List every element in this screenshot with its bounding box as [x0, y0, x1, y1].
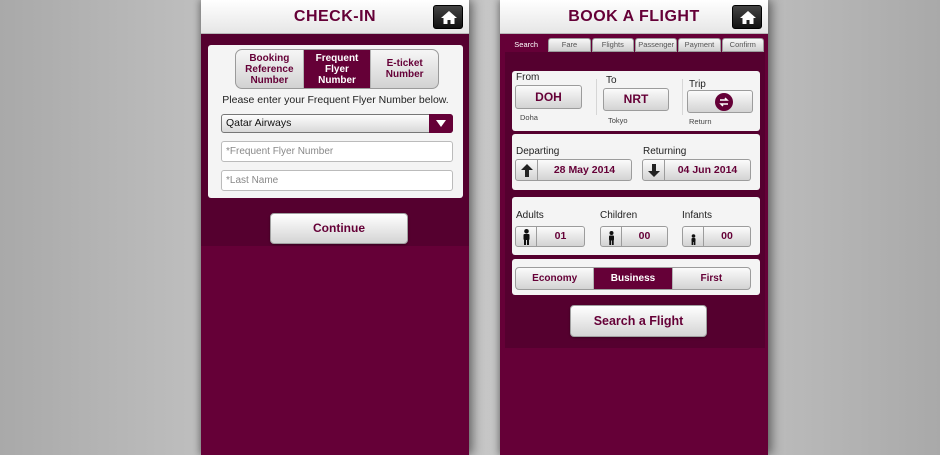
home-button[interactable]	[732, 5, 762, 29]
chevron-down-icon	[436, 120, 446, 127]
checkin-header: CHECK-IN	[201, 0, 469, 34]
segment-booking-reference[interactable]: Booking Reference Number	[236, 50, 304, 88]
class-business[interactable]: Business	[594, 268, 673, 289]
trip-label: Trip	[689, 79, 706, 90]
adults-count: 01	[537, 226, 585, 247]
adults-counter[interactable]: 01	[515, 226, 585, 247]
infants-count: 00	[704, 226, 751, 247]
to-airport-button[interactable]: NRT	[603, 88, 669, 111]
tab-fare[interactable]: Fare	[548, 38, 591, 52]
adults-label: Adults	[516, 210, 544, 221]
airline-select-value: Qatar Airways	[226, 117, 292, 129]
page-title: CHECK-IN	[293, 8, 377, 25]
returning-label: Returning	[643, 146, 687, 157]
dropdown-button[interactable]	[429, 114, 453, 133]
frequent-flyer-number-input[interactable]	[221, 141, 453, 162]
page-title: BOOK A FLIGHT	[568, 8, 700, 25]
dates-panel: Departing 28 May 2014 Returning 04 Jun 2…	[512, 134, 760, 190]
departing-date: 28 May 2014	[538, 159, 632, 181]
instruction-text: Please enter your Frequent Flyer Number …	[222, 94, 449, 106]
home-icon	[740, 11, 756, 24]
from-label: From	[516, 72, 540, 83]
return-trip-icon	[715, 93, 733, 111]
tab-search[interactable]: Search	[505, 38, 548, 52]
children-counter[interactable]: 00	[600, 226, 668, 247]
home-button[interactable]	[433, 5, 463, 29]
checkin-screen: CHECK-IN Booking Reference Number Freque…	[201, 0, 469, 455]
infants-label: Infants	[682, 210, 713, 221]
divider	[596, 79, 597, 115]
continue-button[interactable]: Continue	[270, 213, 408, 244]
returning-date: 04 Jun 2014	[665, 159, 751, 181]
infant-icon	[691, 234, 696, 245]
tab-passenger[interactable]: Passenger	[634, 38, 678, 52]
trip-value: Return	[689, 117, 712, 126]
arrow-down-icon	[648, 164, 660, 177]
class-first[interactable]: First	[673, 268, 750, 289]
class-economy[interactable]: Economy	[516, 268, 595, 289]
adult-icon	[523, 229, 530, 245]
departing-label: Departing	[516, 146, 560, 157]
tab-flights[interactable]: Flights	[591, 38, 634, 52]
cabin-class-selector: Economy Business First	[515, 267, 751, 290]
divider	[682, 79, 683, 115]
to-city: Tokyo	[608, 116, 628, 125]
booking-steps-tabs: Search Fare Flights Passenger Payment Co…	[505, 38, 765, 52]
children-label: Children	[600, 210, 638, 221]
segment-frequent-flyer[interactable]: Frequent Flyer Number	[303, 50, 372, 88]
cabin-class-panel: Economy Business First	[512, 259, 760, 295]
departing-date-button[interactable]: 28 May 2014	[515, 159, 632, 181]
search-flight-button[interactable]: Search a Flight	[570, 305, 707, 337]
infants-counter[interactable]: 00	[682, 226, 751, 247]
checkin-card: Booking Reference Number Frequent Flyer …	[208, 45, 463, 198]
trip-type-button[interactable]	[687, 90, 753, 113]
last-name-input[interactable]	[221, 170, 453, 191]
checkin-method-selector: Booking Reference Number Frequent Flyer …	[235, 49, 439, 89]
arrow-up-icon	[521, 164, 533, 177]
returning-date-button[interactable]: 04 Jun 2014	[642, 159, 751, 181]
tab-payment[interactable]: Payment	[678, 38, 721, 52]
book-form-area: From DOH Doha To NRT Tokyo Trip Return D…	[505, 52, 765, 348]
passengers-panel: Adults 01 Children 00 Infants 00	[512, 197, 760, 255]
child-icon	[609, 231, 614, 245]
airline-select[interactable]: Qatar Airways	[221, 114, 453, 133]
home-icon	[441, 11, 457, 24]
segment-eticket[interactable]: E-ticket Number	[371, 50, 438, 88]
to-label: To	[606, 75, 617, 86]
from-city: Doha	[520, 113, 538, 122]
from-airport-button[interactable]: DOH	[515, 85, 582, 109]
checkin-form-area: Booking Reference Number Frequent Flyer …	[201, 34, 469, 246]
book-flight-screen: BOOK A FLIGHT Search Fare Flights Passen…	[500, 0, 768, 455]
book-header: BOOK A FLIGHT	[500, 0, 768, 34]
tab-confirm[interactable]: Confirm	[721, 38, 764, 52]
route-panel: From DOH Doha To NRT Tokyo Trip Return	[512, 71, 760, 131]
children-count: 00	[622, 226, 668, 247]
